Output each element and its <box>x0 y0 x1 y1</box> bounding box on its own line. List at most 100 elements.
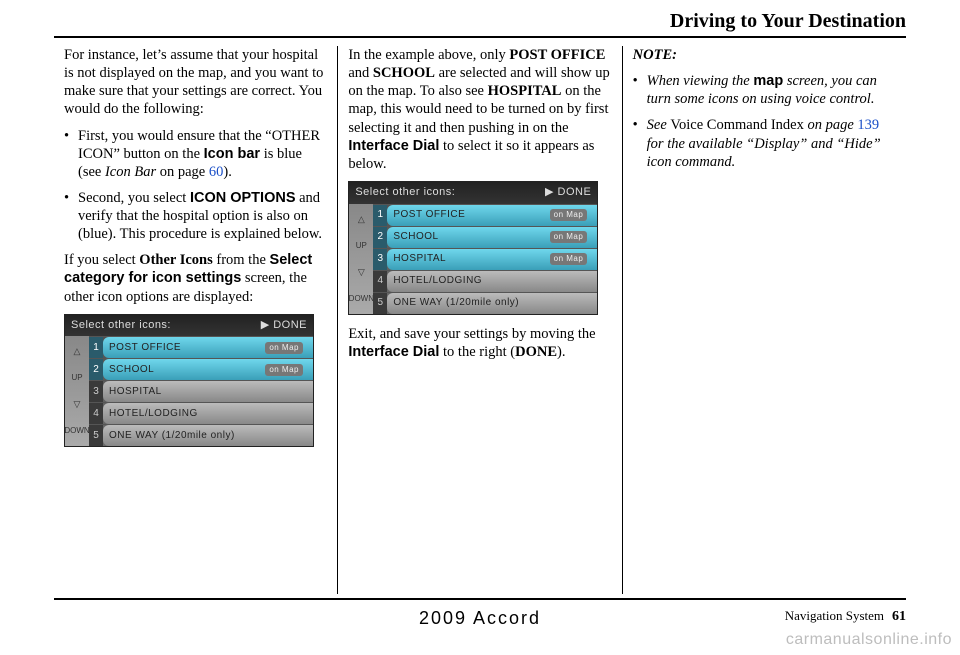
rule-top <box>54 36 906 38</box>
footer-right: Navigation System61 <box>785 608 906 625</box>
row-num: 4 <box>373 271 387 292</box>
text: on page <box>804 117 858 133</box>
row-label: ONE WAY (1/20mile only) <box>103 425 313 446</box>
note-list: When viewing the map screen, you can tur… <box>633 72 896 171</box>
row-text: POST OFFICE <box>393 209 465 222</box>
section-title: Driving to Your Destination <box>670 10 906 33</box>
interface-dial-label: Interface Dial <box>348 138 439 154</box>
row-num: 1 <box>89 337 103 358</box>
list-row: 2 SCHOOL on Map <box>89 358 313 380</box>
column-2: In the example above, only POST OFFICE a… <box>338 46 621 594</box>
ref-italic: Icon Bar <box>105 164 156 180</box>
done-indicator: ▶ DONE <box>261 319 307 333</box>
text: See <box>647 117 671 133</box>
voice-command-index-label: Voice Command Index <box>670 117 803 133</box>
row-text: ONE WAY (1/20mile only) <box>109 430 235 443</box>
interface-dial-label: Interface Dial <box>348 344 439 360</box>
list-row: 1 POST OFFICE on Map <box>89 336 313 358</box>
other-icons-label: Other Icons <box>139 252 212 268</box>
text: If you select <box>64 252 139 268</box>
column-1: For instance, let’s assume that your hos… <box>54 46 337 594</box>
text: from the <box>213 252 270 268</box>
manual-page: Driving to Your Destination For instance… <box>0 0 960 655</box>
row-label: HOSPITALon Map <box>387 249 597 270</box>
row-num: 2 <box>373 227 387 248</box>
row-text: HOTEL/LODGING <box>109 408 198 421</box>
row-label: SCHOOL on Map <box>103 359 313 380</box>
screenshot-title: Select other icons: <box>71 319 171 333</box>
row-text: ONE WAY (1/20mile only) <box>393 297 519 310</box>
screenshot-list: 1POST OFFICEon Map 2SCHOOLon Map 3HOSPIT… <box>373 204 597 314</box>
icon-options-label: ICON OPTIONS <box>190 190 296 206</box>
columns: For instance, let’s assume that your hos… <box>54 46 906 594</box>
hospital-label: HOSPITAL <box>488 83 562 99</box>
screenshot-body: △ UP ▽ DOWN 1 POST OFFICE on Map 2 SCHOOL on… <box>65 336 313 446</box>
scroll-indicator: △ UP ▽ DOWN <box>65 336 89 446</box>
list-row: 4HOTEL/LODGING <box>373 270 597 292</box>
text: Exit, and save your settings by moving t… <box>348 326 595 342</box>
down-label: DOWN <box>64 426 89 436</box>
post-office-label: POST OFFICE <box>509 47 605 63</box>
on-map-tag: on Map <box>265 364 303 376</box>
list-row: 3HOSPITALon Map <box>373 248 597 270</box>
text: ). <box>557 344 565 360</box>
row-label: HOTEL/LODGING <box>103 403 313 424</box>
on-map-tag: on Map <box>550 253 588 265</box>
list-row: 5ONE WAY (1/20mile only) <box>373 292 597 314</box>
screenshot-title: Select other icons: <box>355 186 455 200</box>
text: and <box>348 65 373 81</box>
down-arrow-icon: ▽ <box>358 267 365 278</box>
text: on page <box>156 164 209 180</box>
text: In the example above, only <box>348 47 509 63</box>
row-text: SCHOOL <box>393 231 438 244</box>
list-row: 5 ONE WAY (1/20mile only) <box>89 424 313 446</box>
row-text: SCHOOL <box>109 364 154 377</box>
page-link[interactable]: 139 <box>857 117 879 133</box>
up-label: UP <box>356 241 367 251</box>
up-arrow-icon: △ <box>74 346 81 357</box>
row-text: POST OFFICE <box>109 342 181 355</box>
footer-label: Navigation System <box>785 608 884 623</box>
list-row: 1POST OFFICEon Map <box>373 204 597 226</box>
down-label: DOWN <box>349 294 374 304</box>
text: for the available “Display” and “Hide” i… <box>647 136 881 170</box>
screenshot-list: 1 POST OFFICE on Map 2 SCHOOL on Map 3 HOSPIT… <box>89 336 313 446</box>
row-num: 1 <box>373 205 387 226</box>
list-row: 4 HOTEL/LODGING <box>89 402 313 424</box>
list-row: 2SCHOOLon Map <box>373 226 597 248</box>
icon-bar-label: Icon bar <box>204 146 260 162</box>
text: to the right ( <box>439 344 515 360</box>
done-label: DONE <box>515 344 557 360</box>
on-map-tag: on Map <box>265 342 303 354</box>
screenshot-header: Select other icons: ▶ DONE <box>349 182 597 204</box>
row-text: HOSPITAL <box>109 386 162 399</box>
row-num: 4 <box>89 403 103 424</box>
watermark: carmanualsonline.info <box>786 631 952 649</box>
text: When viewing the <box>647 73 754 89</box>
screenshot-header: Select other icons: ▶ DONE <box>65 315 313 337</box>
row-label: HOSPITAL <box>103 381 313 402</box>
note-label: NOTE: <box>633 47 677 63</box>
row-num: 3 <box>89 381 103 402</box>
screenshot-body: △ UP ▽ DOWN 1POST OFFICEon Map 2SCHOOLon… <box>349 204 597 314</box>
note-heading: NOTE: <box>633 46 896 64</box>
column-3: NOTE: When viewing the map screen, you c… <box>623 46 906 594</box>
row-label: POST OFFICEon Map <box>387 205 597 226</box>
row-label: SCHOOLon Map <box>387 227 597 248</box>
scroll-indicator: △ UP ▽ DOWN <box>349 204 373 314</box>
row-num: 5 <box>89 425 103 446</box>
paragraph: Exit, and save your settings by moving t… <box>348 325 611 361</box>
text: ). <box>223 164 231 180</box>
map-label: map <box>753 73 783 89</box>
page-link[interactable]: 60 <box>209 164 224 180</box>
list-item: Second, you select ICON OPTIONS and veri… <box>64 189 327 243</box>
row-num: 2 <box>89 359 103 380</box>
text: Second, you select <box>78 190 190 206</box>
rule-bottom <box>54 598 906 600</box>
school-label: SCHOOL <box>373 65 435 81</box>
list-item: First, you would ensure that the “OTHER … <box>64 127 327 181</box>
paragraph: If you select Other Icons from the Selec… <box>64 251 327 305</box>
row-label: HOTEL/LODGING <box>387 271 597 292</box>
nav-screenshot-2: Select other icons: ▶ DONE △ UP ▽ DOWN 1… <box>348 181 598 315</box>
done-indicator: ▶ DONE <box>545 186 591 200</box>
